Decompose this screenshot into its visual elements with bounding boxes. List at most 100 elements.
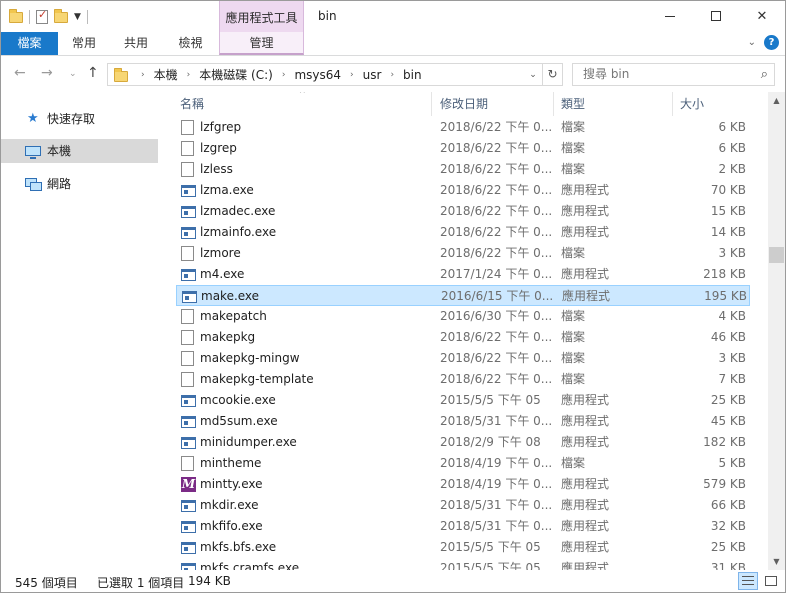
status-bar: 545 個項目 已選取 1 個項目 194 KB [1,570,785,592]
file-date-modified: 2018/6/22 下午 0... [440,162,552,176]
file-icon [181,120,194,135]
tab-file[interactable]: 檔案 [1,32,58,55]
column-header-date[interactable]: 修改日期 [431,92,553,116]
file-size: 195 KB [704,289,747,303]
file-row[interactable]: mintheme 2018/4/19 下午 0... 檔案 5 KB [176,453,750,474]
tab-home[interactable]: 常用 [58,32,110,55]
expand-ribbon-icon[interactable]: ⌄ [748,37,756,48]
breadcrumb-msys64[interactable]: msys64 [294,68,341,82]
nav-item-network[interactable]: 網路 [1,172,158,196]
breadcrumb-separator-icon[interactable]: › [141,70,145,80]
details-view-button[interactable] [738,572,758,590]
file-row[interactable]: lzgrep 2018/6/22 下午 0... 檔案 6 KB [176,138,750,159]
star-icon: ★ [27,111,39,126]
customize-toolbar-dropdown-icon[interactable]: ▼ [74,12,81,22]
file-date-modified: 2018/6/22 下午 0... [440,372,552,386]
file-row[interactable]: lzmore 2018/6/22 下午 0... 檔案 3 KB [176,243,750,264]
file-row[interactable]: make.exe 2016/6/15 下午 0... 應用程式 195 KB [176,285,750,306]
breadcrumb-local-disk[interactable]: 本機磁碟 (C:) [199,66,273,83]
file-size: 7 KB [718,372,746,386]
file-row[interactable]: lzfgrep 2018/6/22 下午 0... 檔案 6 KB [176,117,750,138]
back-arrow-icon[interactable]: ← [14,65,26,81]
nav-item-quick-access[interactable]: ★ 快速存取 [1,107,158,131]
minimize-icon [665,15,675,17]
column-header-size[interactable]: 大小 [671,92,751,116]
maximize-button[interactable] [693,1,739,31]
file-row[interactable]: md5sum.exe 2018/5/31 下午 0... 應用程式 45 KB [176,411,750,432]
file-name: mintheme [200,456,262,470]
scrollbar-thumb[interactable] [769,247,784,263]
tab-manage[interactable]: 管理 [219,32,304,55]
file-row[interactable]: mkdir.exe 2018/5/31 下午 0... 應用程式 66 KB [176,495,750,516]
file-row[interactable]: makepkg-template 2018/6/22 下午 0... 檔案 7 KB [176,369,750,390]
forward-arrow-icon[interactable]: → [41,65,53,81]
file-date-modified: 2018/6/22 下午 0... [440,183,552,197]
file-name: mintty.exe [200,477,263,491]
folder-icon[interactable] [9,8,23,23]
refresh-icon[interactable]: ↻ [542,64,562,85]
close-button[interactable]: ✕ [739,1,785,31]
file-row[interactable]: lzmadec.exe 2018/6/22 下午 0... 應用程式 15 KB [176,201,750,222]
recent-locations-dropdown-icon[interactable]: ⌄ [69,69,77,79]
exe-icon [181,227,196,239]
file-row[interactable]: mkfs.bfs.exe 2015/5/5 下午 05 應用程式 25 KB [176,537,750,558]
file-row[interactable]: m4.exe 2017/1/24 下午 0... 應用程式 218 KB [176,264,750,285]
file-date-modified: 2016/6/15 下午 0... [441,289,553,303]
scroll-up-arrow-icon[interactable]: ▲ [768,92,785,109]
file-name: make.exe [201,289,260,303]
breadcrumb-separator-icon[interactable]: › [390,70,394,80]
breadcrumb-bin[interactable]: bin [403,68,422,82]
file-row[interactable]: minidumper.exe 2018/2/9 下午 08 應用程式 182 KB [176,432,750,453]
file-size: 70 KB [710,183,746,197]
file-date-modified: 2017/1/24 下午 0... [440,267,552,281]
address-bar[interactable]: › 本機 › 本機磁碟 (C:) › msys64 › usr › bin ⌄ … [107,63,563,86]
file-row[interactable]: mcookie.exe 2015/5/5 下午 05 應用程式 25 KB [176,390,750,411]
file-row[interactable]: mkfifo.exe 2018/5/31 下午 0... 應用程式 32 KB [176,516,750,537]
nav-item-this-pc[interactable]: 本機 [1,139,158,163]
new-folder-icon[interactable] [54,8,68,23]
search-input[interactable]: 搜尋 bin ⌕ [572,63,775,86]
file-row[interactable]: makepkg 2018/6/22 下午 0... 檔案 46 KB [176,327,750,348]
breadcrumb-separator-icon[interactable]: › [282,70,286,80]
help-icon[interactable]: ? [764,35,779,50]
minimize-button[interactable] [647,1,693,31]
tab-view[interactable]: 檢視 [162,32,219,55]
file-row[interactable]: lzless 2018/6/22 下午 0... 檔案 2 KB [176,159,750,180]
details-view-icon [742,584,754,585]
column-header-name[interactable]: 名稱 [171,92,431,116]
file-icon [181,456,194,471]
file-name: makepatch [200,309,267,323]
folder-icon [114,67,128,82]
vertical-scrollbar[interactable]: ▲ ▼ [768,92,785,570]
breadcrumb-separator-icon[interactable]: › [187,70,191,80]
column-header-type[interactable]: 類型 [552,92,672,116]
file-date-modified: 2015/5/5 下午 05 [440,561,541,570]
file-row[interactable]: Mmintty.exe 2018/4/19 下午 0... 應用程式 579 KB [176,474,750,495]
file-row[interactable]: lzmainfo.exe 2018/6/22 下午 0... 應用程式 14 KB [176,222,750,243]
address-history-dropdown-icon[interactable]: ⌄ [524,70,542,80]
large-icons-view-button[interactable] [761,572,781,590]
file-date-modified: 2018/6/22 下午 0... [440,141,552,155]
file-date-modified: 2018/4/19 下午 0... [440,456,552,470]
breadcrumb-this-pc[interactable]: 本機 [154,66,178,83]
tab-share[interactable]: 共用 [110,32,162,55]
breadcrumb-usr[interactable]: usr [363,68,382,82]
file-name: md5sum.exe [200,414,278,428]
file-row[interactable]: makepatch 2016/6/30 下午 0... 檔案 4 KB [176,306,750,327]
file-name: mkdir.exe [200,498,259,512]
scroll-down-arrow-icon[interactable]: ▼ [768,553,785,570]
file-date-modified: 2018/6/22 下午 0... [440,225,552,239]
file-name: minidumper.exe [200,435,297,449]
breadcrumb-separator-icon[interactable]: › [350,70,354,80]
file-size: 25 KB [710,540,746,554]
file-size: 32 KB [710,519,746,533]
mintty-icon: M [181,477,196,492]
navigation-pane: ★ 快速存取 本機 網路 [1,92,161,570]
file-size: 25 KB [710,393,746,407]
file-row[interactable]: makepkg-mingw 2018/6/22 下午 0... 檔案 3 KB [176,348,750,369]
file-row[interactable]: lzma.exe 2018/6/22 下午 0... 應用程式 70 KB [176,180,750,201]
properties-icon[interactable] [36,8,48,24]
up-arrow-icon[interactable]: ↑ [87,65,99,81]
exe-icon [181,416,196,428]
file-row[interactable]: mkfs.cramfs.exe 2015/5/5 下午 05 應用程式 31 KB [176,558,750,570]
